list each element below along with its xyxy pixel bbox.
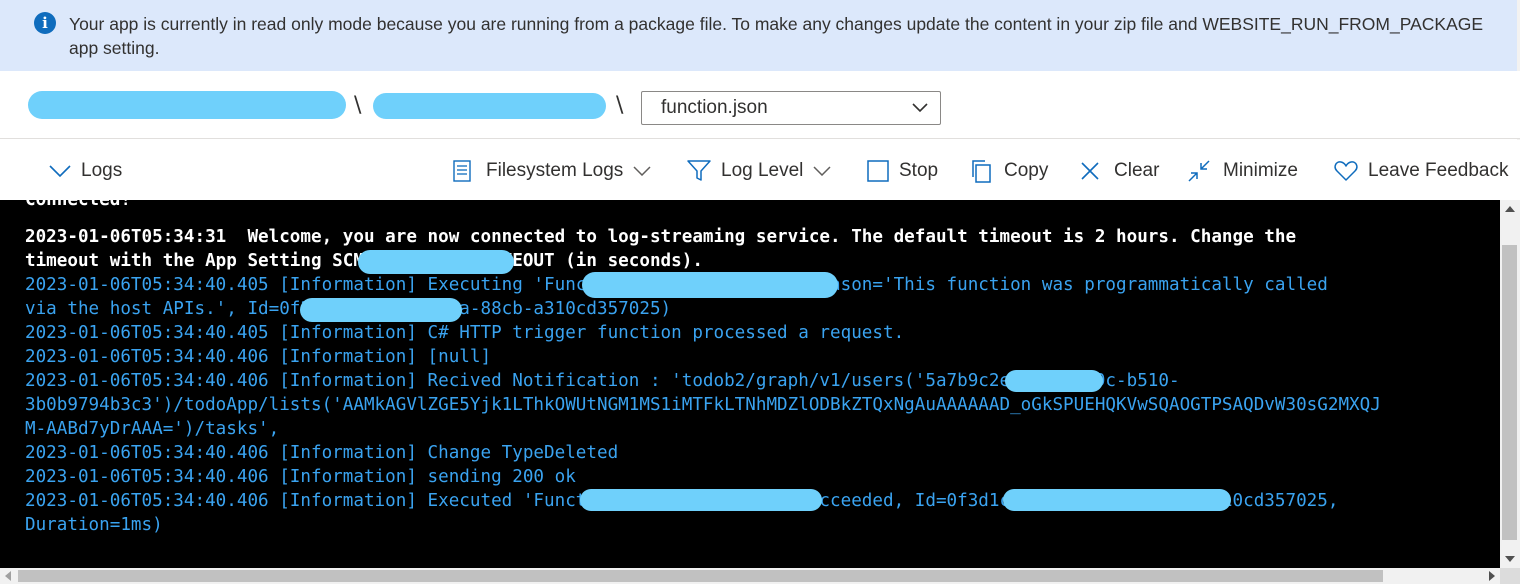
minimize-button[interactable]: Minimize	[1187, 158, 1298, 184]
log-line: 3b0b9794b3c3')/todoApp/lists('AAMkAGVlZG…	[25, 395, 1381, 415]
filesystem-logs-dropdown[interactable]: Filesystem Logs	[453, 158, 651, 184]
logs-toggle-button[interactable]: Logs	[49, 158, 122, 184]
vertical-scroll-thumb[interactable]	[1502, 245, 1517, 540]
logs-label: Logs	[81, 160, 123, 181]
filesystem-logs-label: Filesystem Logs	[486, 160, 624, 181]
copy-icon	[972, 160, 991, 183]
redacted-invocation-id	[1003, 489, 1231, 511]
filter-icon	[687, 160, 711, 181]
redacted-function-name	[373, 93, 606, 119]
log-toolbar: Logs Filesystem Logs Log Level Stop Copy…	[0, 140, 1520, 200]
leave-feedback-label: Leave Feedback	[1368, 160, 1509, 181]
clear-button[interactable]: Clear	[1080, 158, 1159, 184]
chevron-down-icon	[912, 103, 928, 113]
breadcrumb-separator: \	[616, 93, 624, 118]
log-line: M-AABd7yDrAAA=')/tasks',	[25, 419, 280, 439]
log-line: timeout with the App Setting SCM_LOGSTRE…	[25, 251, 703, 271]
log-line: 2023-01-06T05:34:40.406 [Information] [n…	[25, 347, 492, 367]
scrollbar-corner	[1500, 568, 1520, 584]
read-only-banner: i Your app is currently in read only mod…	[0, 0, 1520, 71]
log-line: Duration=1ms)	[25, 515, 163, 535]
log-line: 2023-01-06T05:34:40.405 [Information] C#…	[25, 323, 905, 343]
minimize-icon	[1188, 160, 1210, 182]
copy-button[interactable]: Copy	[970, 158, 1048, 184]
horizontal-scrollbar[interactable]	[0, 568, 1500, 584]
close-icon	[1081, 162, 1099, 180]
file-select-value: function.json	[661, 97, 768, 118]
redacted-app-name	[28, 91, 346, 119]
log-line: 2023-01-06T05:34:40.406 [Information] Re…	[25, 371, 1180, 391]
chevron-down-icon	[813, 166, 831, 176]
connected-message: Connected!	[25, 200, 131, 210]
banner-message: Your app is currently in read only mode …	[69, 14, 1484, 58]
document-list-icon	[453, 160, 471, 182]
horizontal-scroll-thumb[interactable]	[18, 570, 1383, 582]
log-level-dropdown[interactable]: Log Level	[687, 158, 831, 184]
log-line: 2023-01-06T05:34:40.406 [Information] Ch…	[25, 443, 619, 463]
clear-label: Clear	[1114, 160, 1160, 181]
file-select-dropdown[interactable]: function.json	[641, 91, 941, 125]
stop-icon	[867, 160, 889, 182]
redacted-function-name	[582, 272, 838, 298]
copy-label: Copy	[1004, 160, 1049, 181]
stop-button[interactable]: Stop	[867, 158, 938, 184]
chevron-down-icon	[49, 165, 71, 178]
log-level-label: Log Level	[721, 160, 804, 181]
scroll-right-arrow-icon[interactable]	[1489, 571, 1495, 581]
scroll-up-arrow-icon[interactable]	[1505, 206, 1515, 212]
vertical-scrollbar[interactable]	[1500, 200, 1520, 568]
redacted-setting-name	[358, 250, 514, 274]
heart-icon	[1334, 161, 1358, 181]
log-stream-console[interactable]: Connected! 2023-01-06T05:34:31 Welcome, …	[0, 200, 1500, 568]
log-line: 2023-01-06T05:34:31 Welcome, you are now…	[25, 227, 1297, 247]
redacted-invocation-id	[300, 298, 462, 322]
log-line: via the host APIs.', Id=0f3d1c2a-5b7e-4e…	[25, 299, 671, 319]
info-icon: i	[34, 12, 56, 34]
breadcrumb-separator: \	[354, 93, 362, 118]
scroll-down-arrow-icon[interactable]	[1505, 556, 1515, 562]
log-line: 2023-01-06T05:34:40.406 [Information] se…	[25, 467, 576, 487]
redacted-user-id	[1005, 370, 1103, 392]
redacted-function-name	[580, 489, 822, 511]
leave-feedback-button[interactable]: Leave Feedback	[1334, 158, 1509, 184]
scroll-left-arrow-icon[interactable]	[5, 571, 11, 581]
stop-label: Stop	[899, 160, 939, 181]
minimize-label: Minimize	[1223, 160, 1298, 181]
breadcrumb: \ \ function.json	[0, 71, 1520, 139]
chevron-down-icon	[633, 166, 651, 176]
